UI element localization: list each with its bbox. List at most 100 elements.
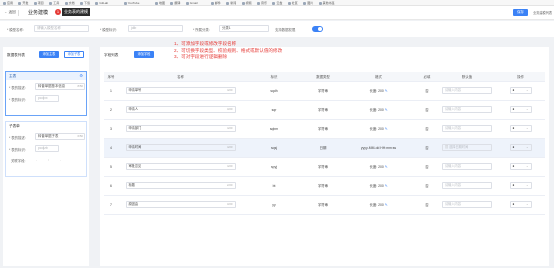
classify-select[interactable]: 分类1 <box>219 25 269 32</box>
default-input[interactable]: 请输入内容 <box>442 106 492 113</box>
bookmark-item[interactable]: 翻译 <box>170 1 180 5</box>
table-row[interactable]: 7 原因由 3/20 yy 字符串 长度: 200 ✎ 否请输入内容 ● ⌄ <box>104 195 545 215</box>
default-input[interactable]: 请输入内容 <box>442 125 492 132</box>
add-main-table-button[interactable]: 添加主表 <box>39 51 59 58</box>
bookmark-item[interactable]: YouTube <box>123 1 139 5</box>
field-type[interactable]: 字符串 <box>305 195 341 215</box>
child-desc-input[interactable]: 转普单据子表 6/50 <box>35 133 85 140</box>
field-list-tab[interactable]: 字段列表 <box>104 53 118 58</box>
edit-icon[interactable]: ✎ <box>385 108 388 112</box>
bookmark-item[interactable]: 项目 <box>33 1 44 5</box>
field-name-input[interactable]: 申请时间 4/20 <box>125 144 236 151</box>
default-input[interactable]: 请输入内容 <box>442 182 492 189</box>
field-required[interactable]: 否 <box>416 81 438 101</box>
field-name-count: 3/20 <box>227 202 233 206</box>
bookmark-label: 地图 <box>159 1 166 5</box>
bookmark-item[interactable]: 工具 <box>49 1 59 5</box>
field-required[interactable]: 否 <box>416 119 438 139</box>
field-name-input[interactable]: 申请单号 4/20 <box>125 87 236 94</box>
bookmark-item[interactable]: 视频 <box>241 1 252 5</box>
field-type[interactable]: 字符串 <box>305 157 341 177</box>
default-input[interactable]: 请输入内容 <box>442 163 492 170</box>
action-select[interactable]: ● ⌄ <box>509 87 532 94</box>
default-input[interactable]: 请输入内容 <box>442 87 492 94</box>
field-required[interactable]: 否 <box>416 138 438 158</box>
field-name-input[interactable]: 审批意见 4/20 <box>125 163 236 170</box>
field-name-input[interactable]: 原因由 3/20 <box>125 201 236 208</box>
back-link[interactable]: ← 返回 <box>4 10 16 15</box>
child-desc-label: * 表的描述: <box>9 136 26 140</box>
field-required[interactable]: 否 <box>416 195 438 215</box>
field-name-input[interactable]: 申请人 3/20 <box>125 106 236 113</box>
relation-field-2[interactable]: - <box>60 158 61 162</box>
edit-icon[interactable]: ✎ <box>385 184 388 188</box>
field-required[interactable]: 否 <box>416 157 438 177</box>
table-row[interactable]: 2 申请人 3/20 sqr 字符串 长度: 200 ✎ 否请输入内容 ● ⌄ <box>104 100 545 120</box>
row-no: 6 <box>104 176 118 196</box>
add-child-table-button[interactable]: 添加子表 <box>64 51 84 58</box>
edit-icon[interactable]: ✎ <box>385 203 388 207</box>
bookmark-item[interactable]: 开发 <box>18 1 28 5</box>
format-text: 长度: 200 <box>369 165 384 169</box>
bookmark-item[interactable]: 地图 <box>155 1 165 5</box>
model-code-input[interactable]: jdlb <box>128 25 183 32</box>
relation-field-1[interactable]: - <box>36 158 37 162</box>
default-date-picker[interactable]: ▦ 选择日期时间 <box>442 144 492 151</box>
field-type[interactable]: 字符串 <box>305 119 341 139</box>
edit-icon[interactable]: ✎ <box>385 127 388 131</box>
table-row[interactable]: 4 申请时间 4/20 sqsj 日期 yyyy-MM-dd HH:mm:ss 否 ▦ 选择日… <box>104 138 545 158</box>
row-no: 7 <box>104 195 118 215</box>
child-code-input[interactable]: pcdjzb <box>35 145 59 152</box>
chevron-down-icon: ⌄ <box>525 164 529 168</box>
field-type[interactable]: 字符串 <box>305 176 341 196</box>
bookmark-item[interactable]: 其他书签 <box>318 1 335 5</box>
edit-icon[interactable]: ✎ <box>385 165 388 169</box>
model-list-link[interactable]: 业务建模列表 <box>533 10 552 15</box>
default-input[interactable]: 请输入内容 <box>442 201 492 208</box>
bookmark-item[interactable]: 邮件 <box>210 1 221 5</box>
bookmark-item[interactable]: 图片 <box>303 1 313 5</box>
bookmark-item[interactable]: 文档 <box>64 1 75 5</box>
bookmark-item[interactable]: 新闻 <box>226 1 236 5</box>
action-dot-icon: ● <box>512 202 515 206</box>
field-code: spyj <box>243 157 305 177</box>
bookmark-item[interactable]: 应用 <box>3 1 13 5</box>
field-type[interactable]: 字符串 <box>305 100 341 120</box>
field-required[interactable]: 否 <box>416 100 438 120</box>
main-table-card[interactable]: 主表 ⚙ * 表的描述: 转普单据基本信息 8/50 * 表的标识: pcdjx… <box>5 71 87 116</box>
action-select[interactable]: ● ⌄ <box>509 125 532 132</box>
bookmark-item[interactable]: 下载 <box>80 1 90 5</box>
main-desc-label: * 表的描述: <box>9 86 26 90</box>
field-required[interactable]: 否 <box>416 176 438 196</box>
table-row[interactable]: 1 申请单号 4/20 sqdh 字符串 长度: 200 ✎ 否请输入内容 ● ⌄ <box>104 81 545 101</box>
field-type[interactable]: 字符串 <box>305 81 341 101</box>
bookmark-item[interactable]: 音乐 <box>257 1 267 5</box>
action-select[interactable]: ● ⌄ <box>509 201 532 208</box>
settings-icon[interactable]: ⚙ <box>79 73 83 78</box>
table-row[interactable]: 5 审批意见 4/20 spyj 字符串 长度: 200 ✎ 否请输入内容 ● ⌄ <box>104 157 545 177</box>
field-type[interactable]: 日期 <box>305 138 341 158</box>
table-row[interactable]: 3 申请部门 4/20 sqbm 字符串 长度: 200 ✎ 否请输入内容 ● ⌄ <box>104 119 545 139</box>
add-field-button[interactable]: 添加字段 <box>134 51 154 58</box>
action-select[interactable]: ● ⌄ <box>509 163 532 170</box>
bookmark-item[interactable]: GitLab <box>95 1 108 5</box>
child-table-card[interactable]: 子表单 * 表的描述: 转普单据子表 6/50 * 表的标识: pcdjzb 关… <box>5 121 87 177</box>
action-select[interactable]: ● ⌄ <box>509 106 532 113</box>
save-button[interactable]: 保存 <box>513 9 528 16</box>
col-name: 名称 <box>118 72 243 82</box>
table-list-tab[interactable]: 数据表列表 <box>7 53 25 58</box>
field-name-input[interactable]: 标题 2/20 <box>125 182 236 189</box>
model-name-input[interactable]: 请输入模型名称 <box>34 25 89 32</box>
action-select[interactable]: ● ⌄ <box>509 144 532 151</box>
table-row[interactable]: 6 标题 2/20 bt 字符串 长度: 200 ✎ 否请输入内容 ● ⌄ <box>104 176 545 196</box>
action-select[interactable]: ● ⌄ <box>509 182 532 189</box>
data-permission-switch[interactable] <box>312 26 323 32</box>
field-name-input[interactable]: 申请部门 4/20 <box>125 125 236 132</box>
main-desc-input[interactable]: 转普单据基本信息 8/50 <box>35 83 85 90</box>
col-type: 数据类型 <box>305 72 341 82</box>
bookmark-item[interactable]: Gmail <box>185 1 198 5</box>
bookmark-item[interactable]: 社区 <box>287 1 298 5</box>
main-code-input[interactable]: pcdjxx <box>35 95 59 102</box>
edit-icon[interactable]: ✎ <box>385 89 388 93</box>
bookmark-item[interactable]: 云盘 <box>272 1 282 5</box>
